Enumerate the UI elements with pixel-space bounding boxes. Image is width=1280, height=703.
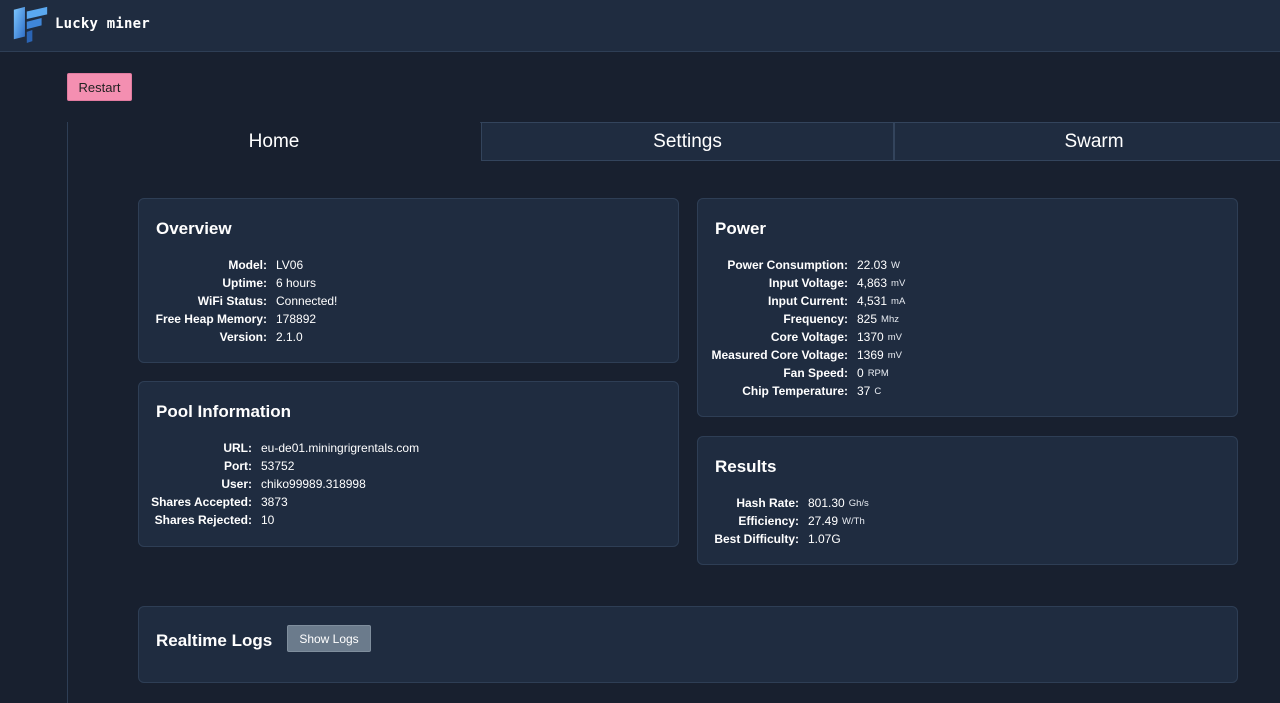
pool-value: 53752 bbox=[261, 459, 295, 473]
show-logs-button[interactable]: Show Logs bbox=[287, 625, 371, 652]
results-unit: Gh/s bbox=[848, 497, 869, 509]
results-row: Hash Rate: 801.30 Gh/s bbox=[698, 494, 869, 512]
overview-card: Overview Model: LV06 Uptime: 6 hours WiFi … bbox=[138, 198, 679, 363]
overview-row: Model: LV06 bbox=[139, 256, 337, 274]
power-key: Input Current: bbox=[768, 294, 848, 308]
overview-title: Overview bbox=[156, 219, 232, 238]
power-unit: W bbox=[891, 259, 900, 271]
pool-value: chiko99989.318998 bbox=[261, 477, 366, 491]
pool-value: 10 bbox=[261, 513, 275, 527]
pool-information-title: Pool Information bbox=[156, 402, 292, 421]
overview-value: Connected! bbox=[276, 294, 338, 308]
pool-row: Shares Rejected: 10 bbox=[139, 511, 419, 529]
power-list: Power Consumption: 22.03 W Input Voltage: 4… bbox=[698, 256, 906, 400]
overview-key: Free Heap Memory: bbox=[155, 312, 267, 326]
results-unit: W/Th bbox=[842, 515, 865, 527]
power-row: Input Current: 4,531 mA bbox=[698, 292, 905, 310]
overview-row: WiFi Status: Connected! bbox=[139, 292, 338, 310]
overview-key: Model: bbox=[228, 258, 267, 272]
results-key: Best Difficulty: bbox=[714, 532, 799, 546]
pool-key: URL: bbox=[223, 441, 252, 455]
power-value: 4,863 bbox=[857, 276, 888, 290]
results-value: 801.30 bbox=[808, 496, 845, 510]
tab-swarm[interactable]: Swarm bbox=[894, 122, 1280, 161]
results-row: Efficiency: 27.49 W/Th bbox=[698, 512, 869, 530]
power-row: Chip Temperature: 37 C bbox=[698, 382, 905, 400]
power-unit: mV bbox=[891, 277, 906, 289]
overview-row: Uptime: 6 hours bbox=[139, 274, 337, 292]
results-key: Hash Rate: bbox=[736, 496, 799, 510]
pool-row: User: chiko99989.318998 bbox=[139, 475, 419, 493]
overview-value: LV06 bbox=[276, 258, 304, 272]
power-value: 1370 bbox=[857, 330, 884, 344]
power-row: Fan Speed: 0 RPM bbox=[698, 364, 905, 382]
power-value: 1369 bbox=[857, 348, 884, 362]
power-value: 37 bbox=[857, 384, 871, 398]
overview-key: Uptime: bbox=[222, 276, 267, 290]
overview-key: WiFi Status: bbox=[197, 294, 267, 308]
pool-value: eu-de01.miningrigrentals.com bbox=[261, 441, 420, 455]
overview-row: Version: 2.1.0 bbox=[139, 328, 337, 346]
overview-row: Free Heap Memory: 178892 bbox=[139, 310, 337, 328]
overview-value: 178892 bbox=[276, 312, 317, 326]
results-key: Efficiency: bbox=[738, 514, 799, 528]
pool-row: URL: eu-de01.miningrigrentals.com bbox=[139, 439, 419, 457]
power-unit: C bbox=[874, 385, 882, 397]
pool-key: Shares Rejected: bbox=[154, 513, 252, 527]
tab-settings[interactable]: Settings bbox=[481, 122, 894, 161]
results-value: 1.07G bbox=[808, 532, 841, 546]
power-key: Fan Speed: bbox=[783, 366, 848, 380]
power-key: Frequency: bbox=[783, 312, 848, 326]
brand-name[interactable]: Lucky miner bbox=[55, 16, 150, 32]
power-value: 22.03 bbox=[857, 258, 888, 272]
power-key: Core Voltage: bbox=[770, 330, 848, 344]
power-key: Chip Temperature: bbox=[742, 384, 848, 398]
pool-key: User: bbox=[221, 477, 252, 491]
pool-list: URL: eu-de01.miningrigrentals.com Port: 53… bbox=[139, 439, 419, 529]
overview-list: Model: LV06 Uptime: 6 hours WiFi Status: Co… bbox=[139, 256, 338, 346]
power-title: Power bbox=[715, 219, 767, 238]
results-value: 27.49 bbox=[808, 514, 839, 528]
lucky-miner-logo-icon[interactable] bbox=[12, 6, 49, 43]
top-navbar: Lucky miner bbox=[0, 0, 1280, 52]
pool-value: 3873 bbox=[261, 495, 288, 509]
power-card: Power Power Consumption: 22.03 W Input Vol… bbox=[697, 198, 1238, 417]
tab-home[interactable]: Home bbox=[68, 122, 480, 161]
results-list: Hash Rate: 801.30 Gh/s Efficiency: 27.49 W/T… bbox=[698, 494, 869, 548]
pool-key: Shares Accepted: bbox=[151, 495, 252, 509]
power-row: Core Voltage: 1370 mV bbox=[698, 328, 905, 346]
realtime-logs-card: Realtime Logs Show Logs bbox=[138, 606, 1238, 683]
power-unit: mV bbox=[887, 331, 902, 343]
results-row: Best Difficulty: 1.07G bbox=[698, 530, 869, 548]
power-unit: RPM bbox=[867, 367, 889, 379]
pool-row: Shares Accepted: 3873 bbox=[139, 493, 419, 511]
power-key: Power Consumption: bbox=[727, 258, 848, 272]
pool-row: Port: 53752 bbox=[139, 457, 419, 475]
power-value: 4,531 bbox=[857, 294, 888, 308]
pool-information-card: Pool Information URL: eu-de01.miningrigre… bbox=[138, 381, 679, 547]
restart-button[interactable]: Restart bbox=[67, 73, 132, 101]
overview-value: 6 hours bbox=[276, 276, 317, 290]
pool-key: Port: bbox=[224, 459, 252, 473]
power-row: Power Consumption: 22.03 W bbox=[698, 256, 905, 274]
power-unit: mV bbox=[887, 349, 902, 361]
power-row: Measured Core Voltage: 1369 mV bbox=[698, 346, 905, 364]
power-value: 0 bbox=[857, 366, 864, 380]
power-key: Input Voltage: bbox=[768, 276, 848, 290]
results-card: Results Hash Rate: 801.30 Gh/s Efficiency:… bbox=[697, 436, 1238, 565]
power-key: Measured Core Voltage: bbox=[711, 348, 848, 362]
results-title: Results bbox=[715, 457, 777, 476]
overview-key: Version: bbox=[219, 330, 267, 344]
power-unit: mA bbox=[891, 295, 906, 307]
realtime-logs-title: Realtime Logs bbox=[156, 631, 273, 650]
power-value: 825 bbox=[857, 312, 878, 326]
power-row: Input Voltage: 4,863 mV bbox=[698, 274, 905, 292]
power-row: Frequency: 825 Mhz bbox=[698, 310, 905, 328]
power-unit: Mhz bbox=[881, 313, 899, 325]
overview-value: 2.1.0 bbox=[276, 330, 303, 344]
